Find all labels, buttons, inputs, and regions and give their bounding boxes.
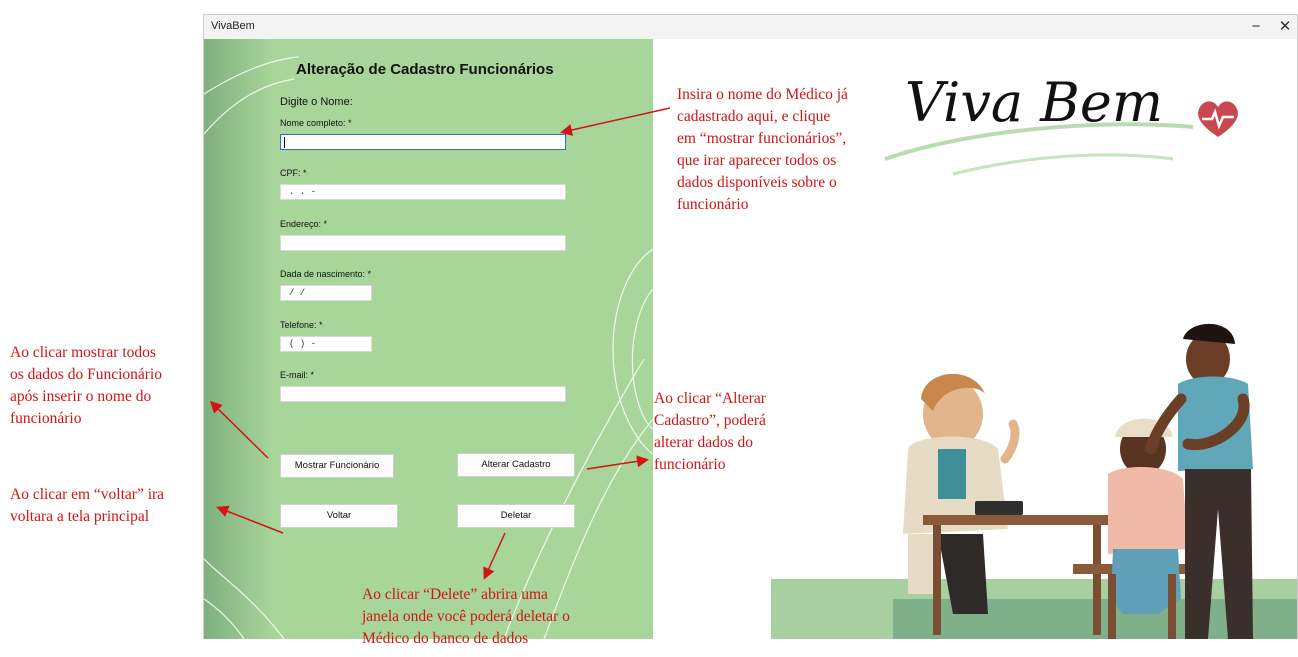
annotation-line: em “mostrar funcionários”, — [677, 130, 847, 147]
annotation-line: dados disponíveis sobre o — [677, 174, 837, 191]
annotation-arrows — [209, 107, 671, 580]
annotation-line: Ao clicar mostrar todos — [10, 344, 156, 361]
voltar-annotation: Ao clicar em “voltar” ira voltara a tela… — [10, 484, 164, 528]
annotation-line: voltara a tela principal — [10, 508, 150, 525]
annotation-line: janela onde você poderá deletar o — [362, 608, 570, 625]
deletar-annotation: Ao clicar “Delete” abrira uma janela ond… — [362, 584, 570, 650]
annotation-line: funcionário — [677, 196, 749, 213]
nome-annotation: Insira o nome do Médico já cadastrado aq… — [677, 84, 848, 216]
voltar-arrow — [216, 505, 284, 534]
annotation-line: Médico do banco de dados — [362, 630, 529, 647]
mostrar-annotation: Ao clicar mostrar todos os dados do Func… — [10, 342, 162, 430]
annotation-line: que irar aparecer todos os — [677, 152, 837, 169]
nome-arrow — [560, 107, 671, 136]
alterar-annotation: Ao clicar “Alterar Cadastro”, poderá alt… — [654, 388, 766, 476]
alterar-arrow — [586, 455, 649, 470]
mostrar-arrow — [209, 400, 269, 459]
annotation-line: funcionário — [654, 456, 726, 473]
annotation-line: funcionário — [10, 410, 82, 427]
annotation-line: Ao clicar “Delete” abrira uma — [362, 586, 548, 603]
annotation-line: os dados do Funcionário — [10, 366, 162, 383]
annotation-line: Cadastro”, poderá — [654, 412, 766, 429]
annotation-line: Ao clicar em “voltar” ira — [10, 486, 165, 503]
annotation-line: Ao clicar “Alterar — [654, 390, 766, 407]
annotation-line: cadastrado aqui, e clique — [677, 108, 831, 125]
annotation-line: alterar dados do — [654, 434, 753, 451]
deletar-arrow — [483, 532, 506, 580]
annotation-line: após inserir o nome do — [10, 388, 152, 405]
annotation-line: Insira o nome do Médico já — [677, 86, 848, 103]
